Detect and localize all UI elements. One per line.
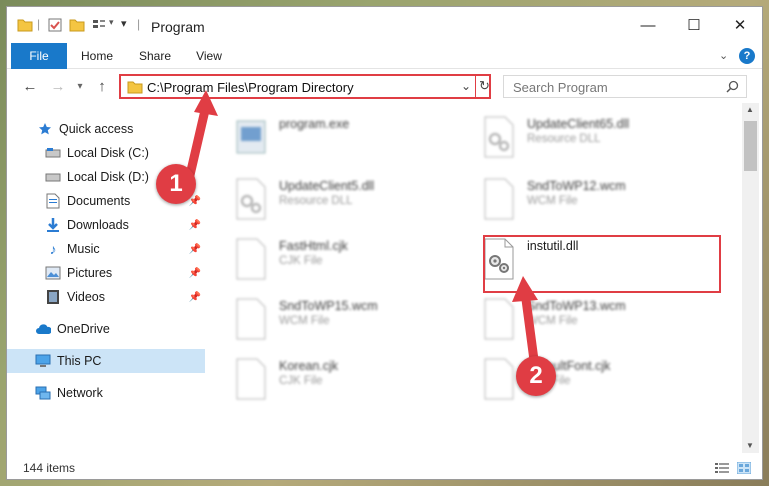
callout-1: 1 xyxy=(156,164,196,204)
annotation-arrows xyxy=(185,90,539,365)
callout-2: 2 xyxy=(516,356,556,396)
